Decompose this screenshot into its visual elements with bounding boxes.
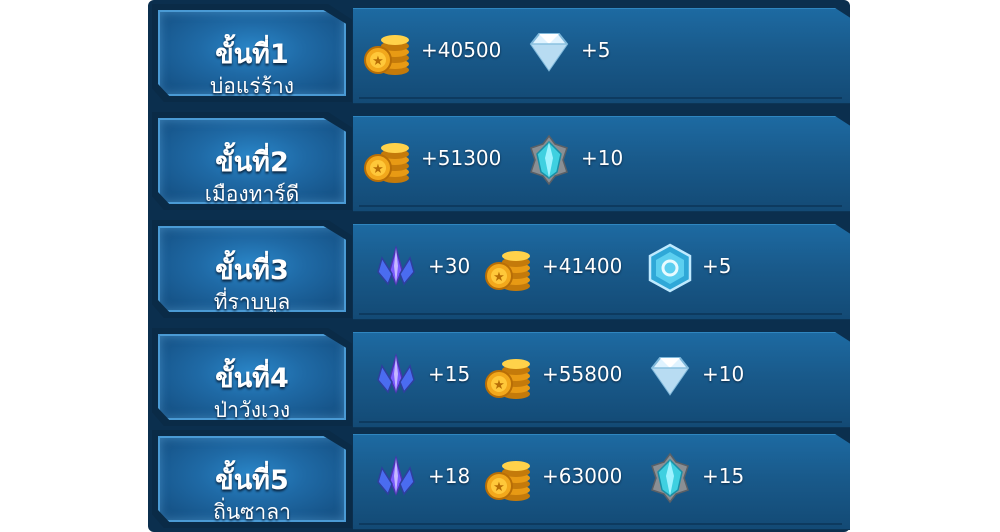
- stage-title: ขั้นที่2: [215, 147, 289, 178]
- stage-title: ขั้นที่4: [215, 363, 289, 394]
- hexagon-gem-icon: [648, 243, 692, 293]
- stage-title: ขั้นที่3: [215, 255, 289, 286]
- stage-name: บ่อแร่ร้าง: [209, 74, 295, 98]
- purple-crystal-icon: [377, 353, 415, 394]
- white-diamond-icon: [529, 33, 569, 72]
- purple-crystal-icon: [377, 245, 415, 286]
- stage-row-3: ขั้นที่3 ที่ราบบูล +30 ★ +41400 +5: [148, 218, 850, 322]
- gold-coins-icon: ★: [485, 251, 530, 291]
- badge-frame: ขั้นที่3 ที่ราบบูล: [158, 226, 346, 312]
- stage-rewards-panel: ขั้นที่1 บ่อแร่ร้าง ★ +40500 +5 ขั้นที่2…: [148, 0, 850, 532]
- stage-title: ขั้นที่1: [215, 39, 289, 70]
- stage-badge[interactable]: ขั้นที่1 บ่อแร่ร้าง: [152, 4, 352, 102]
- badge-frame: ขั้นที่1 บ่อแร่ร้าง: [158, 10, 346, 96]
- badge-frame: ขั้นที่5 ถิ่นซาลา: [158, 436, 346, 522]
- svg-text:★: ★: [493, 270, 505, 285]
- white-diamond-icon: [650, 357, 690, 396]
- reward-amount: +15: [702, 464, 745, 488]
- gold-coins-icon: ★: [485, 359, 530, 399]
- stage-row-1: ขั้นที่1 บ่อแร่ร้าง ★ +40500 +5: [148, 2, 850, 106]
- reward-amount: +5: [702, 254, 732, 278]
- stage-badge[interactable]: ขั้นที่5 ถิ่นซาลา: [152, 430, 352, 528]
- gold-coins-icon: ★: [364, 35, 409, 75]
- stage-row-4: ขั้นที่4 ป่าวังเวง +15 ★ +55800 +10: [148, 326, 850, 430]
- reward-amount: +30: [428, 254, 471, 278]
- stage-title: ขั้นที่5: [215, 465, 289, 496]
- stage-badge[interactable]: ขั้นที่2 เมืองทาร์ดี: [152, 112, 352, 210]
- stage-badge[interactable]: ขั้นที่4 ป่าวังเวง: [152, 328, 352, 426]
- reward-amount: +10: [581, 146, 624, 170]
- stage-name: ถิ่นซาลา: [213, 500, 291, 524]
- teal-crystal-icon: [530, 134, 568, 186]
- reward-amount: +51300: [421, 146, 502, 170]
- teal-crystal-icon: [651, 452, 689, 504]
- reward-amount: +55800: [542, 362, 623, 386]
- purple-crystal-icon: [377, 455, 415, 496]
- stage-row-2: ขั้นที่2 เมืองทาร์ดี ★ +51300 +10: [148, 110, 850, 214]
- reward-amount: +5: [581, 38, 611, 62]
- reward-amount: +10: [702, 362, 745, 386]
- svg-text:★: ★: [493, 480, 505, 495]
- reward-amount: +41400: [542, 254, 623, 278]
- gold-coins-icon: ★: [485, 461, 530, 501]
- reward-amount: +63000: [542, 464, 623, 488]
- stage-row-5: ขั้นที่5 ถิ่นซาลา +18 ★ +63000 +15: [148, 428, 850, 532]
- reward-amount: +18: [428, 464, 471, 488]
- svg-text:★: ★: [372, 162, 384, 177]
- stage-badge[interactable]: ขั้นที่3 ที่ราบบูล: [152, 220, 352, 318]
- badge-frame: ขั้นที่2 เมืองทาร์ดี: [158, 118, 346, 204]
- reward-amount: +40500: [421, 38, 502, 62]
- reward-amount: +15: [428, 362, 471, 386]
- svg-text:★: ★: [493, 378, 505, 393]
- stage-name: ป่าวังเวง: [213, 398, 291, 422]
- svg-text:★: ★: [372, 54, 384, 69]
- stage-name: ที่ราบบูล: [213, 290, 291, 314]
- stage-name: เมืองทาร์ดี: [204, 182, 300, 206]
- badge-frame: ขั้นที่4 ป่าวังเวง: [158, 334, 346, 420]
- gold-coins-icon: ★: [364, 143, 409, 183]
